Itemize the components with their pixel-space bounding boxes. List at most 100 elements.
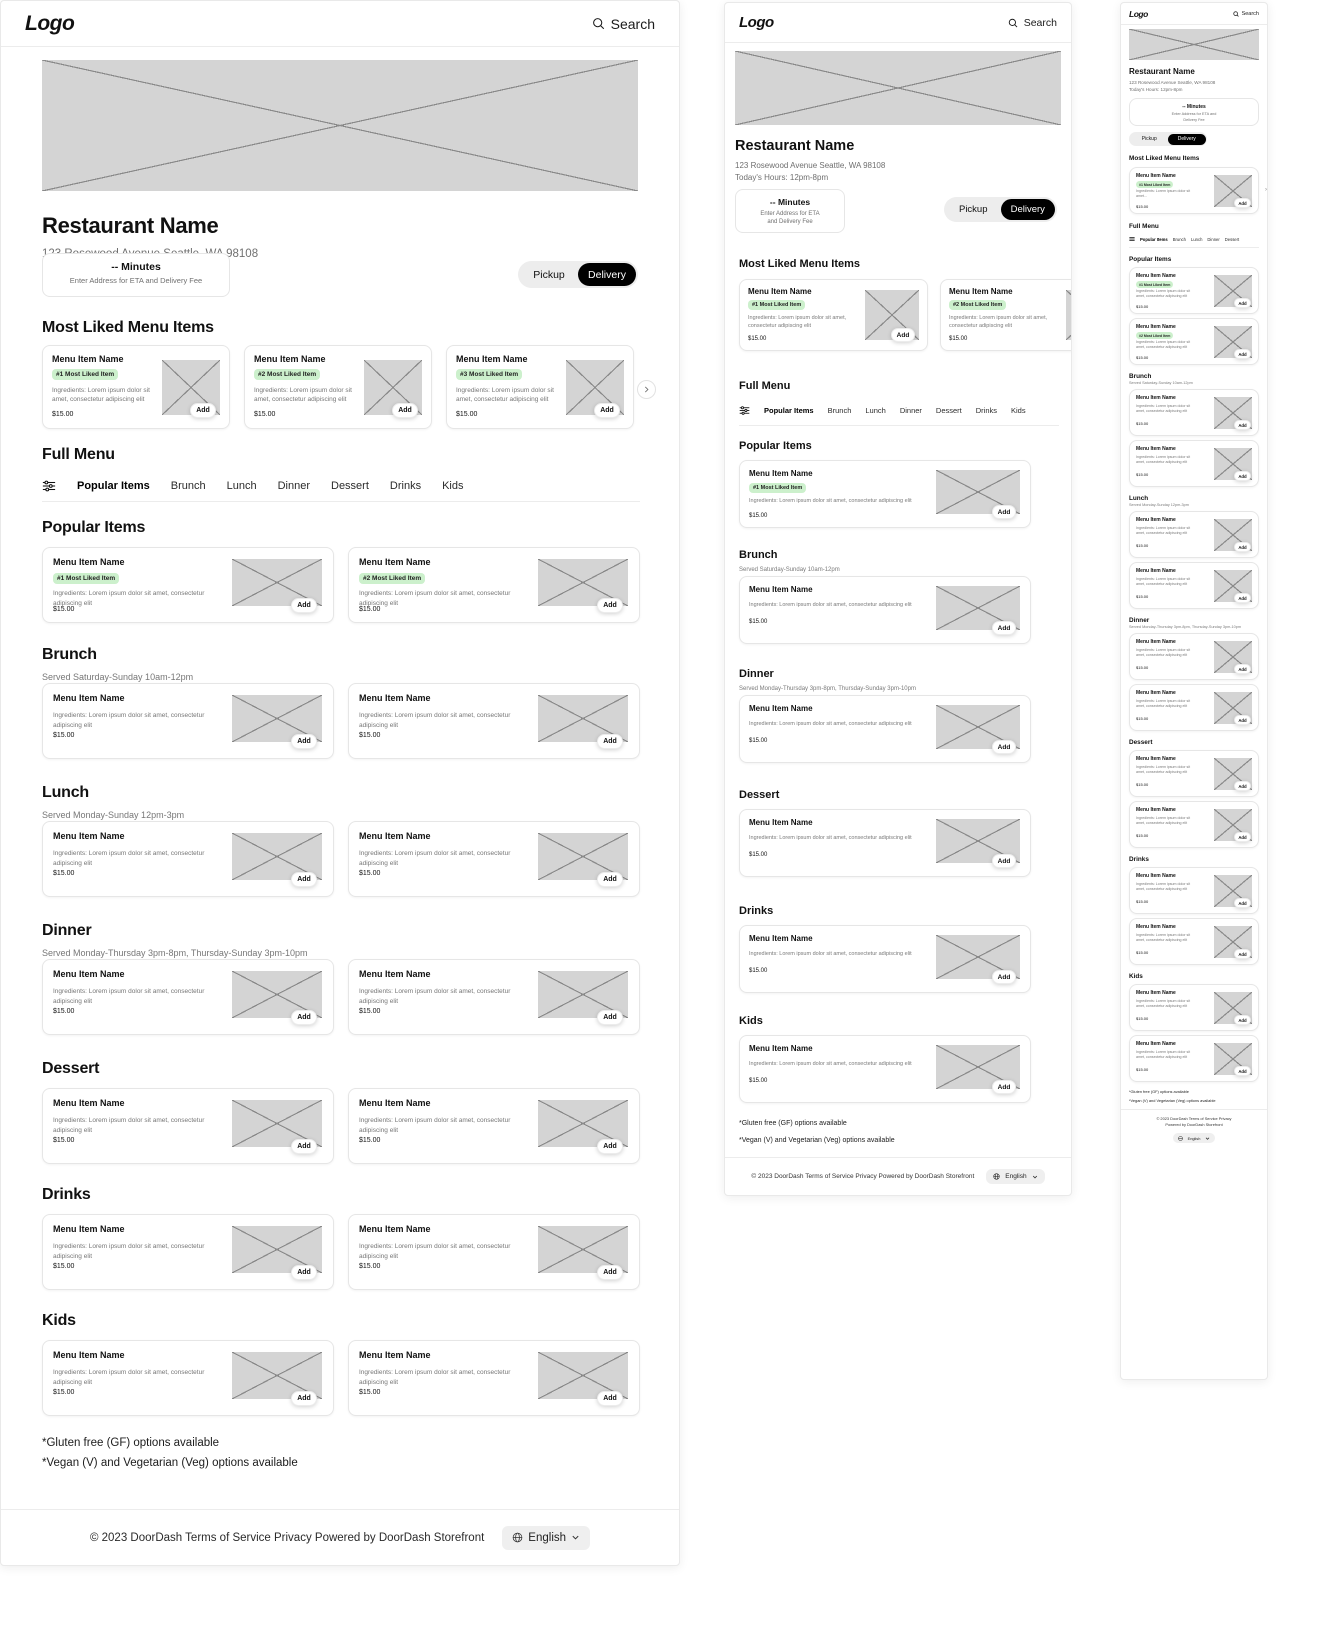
menu-item-card[interactable]: Menu Item Name Ingredients: Lorem ipsum … <box>739 809 1031 877</box>
menu-item-card[interactable]: Menu Item Name #2 Most Liked Item Ingred… <box>348 547 640 623</box>
menu-item-card[interactable]: Menu Item Name Ingredients: Lorem ipsum … <box>1129 511 1259 558</box>
fulfillment-toggle[interactable]: Pickup Delivery <box>1129 132 1207 146</box>
tab-brunch[interactable]: Brunch <box>828 406 852 415</box>
add-button[interactable]: Add <box>1234 298 1251 308</box>
menu-item-card[interactable]: Menu Item Name Ingredients: Lorem ipsum … <box>1129 1035 1259 1082</box>
most-liked-card[interactable]: Menu Item Name #3 Most Liked Item Ingred… <box>446 345 634 429</box>
add-button[interactable]: Add <box>1234 715 1251 725</box>
most-liked-card[interactable]: Menu Item Name #2 Most Liked Item Ingred… <box>940 279 1071 351</box>
add-button[interactable]: Add <box>992 505 1016 519</box>
add-button[interactable]: Add <box>992 854 1016 868</box>
filter-sliders-icon[interactable] <box>42 479 56 493</box>
eta-address-box[interactable]: -- Minutes Enter Address for ETA and Del… <box>1129 98 1259 126</box>
tab-drinks[interactable]: Drinks <box>976 406 997 415</box>
most-liked-card[interactable]: Menu Item Name #1 Most Liked Item Ingred… <box>1129 167 1259 214</box>
tab-brunch[interactable]: Brunch <box>1173 237 1186 242</box>
add-button[interactable]: Add <box>291 1010 317 1025</box>
add-button[interactable]: Add <box>597 1391 623 1406</box>
add-button[interactable]: Add <box>597 1139 623 1154</box>
menu-item-card[interactable]: Menu Item Name Ingredients: Lorem ipsum … <box>1129 918 1259 965</box>
add-button[interactable]: Add <box>1234 832 1251 842</box>
add-button[interactable]: Add <box>1234 542 1251 552</box>
most-liked-card[interactable]: Menu Item Name #2 Most Liked Item Ingred… <box>244 345 432 429</box>
add-button[interactable]: Add <box>891 328 915 342</box>
add-button[interactable]: Add <box>291 1139 317 1154</box>
menu-item-card[interactable]: Menu Item Name Ingredients: Lorem ipsum … <box>1129 633 1259 680</box>
tab-lunch[interactable]: Lunch <box>865 406 885 415</box>
delivery-tab[interactable]: Delivery <box>1000 199 1055 220</box>
add-button[interactable]: Add <box>1234 664 1251 674</box>
add-button[interactable]: Add <box>1234 781 1251 791</box>
tab-dinner[interactable]: Dinner <box>1207 237 1219 242</box>
menu-item-card[interactable]: Menu Item Name Ingredients: Lorem ipsum … <box>348 959 640 1035</box>
menu-item-card[interactable]: Menu Item Name Ingredients: Lorem ipsum … <box>348 821 640 897</box>
most-liked-card[interactable]: Menu Item Name #1 Most Liked Item Ingred… <box>739 279 928 351</box>
pickup-tab[interactable]: Pickup <box>1131 134 1169 145</box>
menu-item-card[interactable]: Menu Item Name Ingredients: Lorem ipsum … <box>1129 801 1259 848</box>
add-button[interactable]: Add <box>992 970 1016 984</box>
pickup-tab[interactable]: Pickup <box>946 199 1001 220</box>
menu-item-card[interactable]: Menu Item Name #1 Most Liked Item Ingred… <box>739 460 1031 528</box>
eta-address-box[interactable]: -- Minutes Enter Address for ETA and Del… <box>735 189 845 233</box>
language-selector[interactable]: English <box>1172 1133 1216 1144</box>
search-button[interactable]: Search <box>1008 17 1057 29</box>
menu-item-card[interactable]: Menu Item Name Ingredients: Lorem ipsum … <box>42 1214 334 1290</box>
filter-sliders-icon[interactable] <box>1129 236 1135 242</box>
menu-item-card[interactable]: Menu Item Name Ingredients: Lorem ipsum … <box>42 821 334 897</box>
add-button[interactable]: Add <box>392 403 418 418</box>
add-button[interactable]: Add <box>190 403 216 418</box>
add-button[interactable]: Add <box>1234 1015 1251 1025</box>
menu-item-card[interactable]: Menu Item Name #1 Most Liked Item Ingred… <box>1129 267 1259 314</box>
menu-item-card[interactable]: Menu Item Name Ingredients: Lorem ipsum … <box>42 959 334 1035</box>
menu-item-card[interactable]: Menu Item Name Ingredients: Lorem ipsum … <box>739 695 1031 763</box>
pickup-tab[interactable]: Pickup <box>520 263 578 286</box>
logo[interactable]: Logo <box>1129 9 1148 19</box>
menu-item-card[interactable]: Menu Item Name Ingredients: Lorem ipsum … <box>1129 440 1259 487</box>
search-button[interactable]: Search <box>1232 11 1259 17</box>
menu-item-card[interactable]: Menu Item Name Ingredients: Lorem ipsum … <box>348 1214 640 1290</box>
eta-address-box[interactable]: -- Minutes Enter Address for ETA and Del… <box>42 253 230 297</box>
menu-item-card[interactable]: Menu Item Name #2 Most Liked Item Ingred… <box>1129 318 1259 365</box>
menu-item-card[interactable]: Menu Item Name Ingredients: Lorem ipsum … <box>42 683 334 759</box>
add-button[interactable]: Add <box>291 598 317 613</box>
add-button[interactable]: Add <box>1234 593 1251 603</box>
language-selector[interactable]: English <box>502 1525 591 1550</box>
menu-item-card[interactable]: Menu Item Name Ingredients: Lorem ipsum … <box>1129 562 1259 609</box>
tab-drinks[interactable]: Drinks <box>390 480 421 492</box>
tab-brunch[interactable]: Brunch <box>171 480 206 492</box>
menu-item-card[interactable]: Menu Item Name Ingredients: Lorem ipsum … <box>1129 867 1259 914</box>
filter-sliders-icon[interactable] <box>739 405 750 416</box>
menu-item-card[interactable]: Menu Item Name Ingredients: Lorem ipsum … <box>348 1088 640 1164</box>
add-button[interactable]: Add <box>291 1391 317 1406</box>
menu-item-card[interactable]: Menu Item Name Ingredients: Lorem ipsum … <box>739 1035 1031 1103</box>
add-button[interactable]: Add <box>597 1010 623 1025</box>
add-button[interactable]: Add <box>1234 349 1251 359</box>
tab-kids[interactable]: Kids <box>442 480 463 492</box>
menu-item-card[interactable]: Menu Item Name Ingredients: Lorem ipsum … <box>739 576 1031 644</box>
add-button[interactable]: Add <box>291 1265 317 1280</box>
add-button[interactable]: Add <box>1234 420 1251 430</box>
menu-item-card[interactable]: Menu Item Name Ingredients: Lorem ipsum … <box>348 1340 640 1416</box>
add-button[interactable]: Add <box>291 734 317 749</box>
tab-dessert[interactable]: Dessert <box>936 406 962 415</box>
tab-popular-items[interactable]: Popular Items <box>77 480 150 492</box>
add-button[interactable]: Add <box>992 621 1016 635</box>
add-button[interactable]: Add <box>1234 898 1251 908</box>
add-button[interactable]: Add <box>992 1080 1016 1094</box>
tab-lunch[interactable]: Lunch <box>1191 237 1202 242</box>
add-button[interactable]: Add <box>1234 471 1251 481</box>
tab-popular-items[interactable]: Popular Items <box>764 406 814 415</box>
search-button[interactable]: Search <box>592 16 655 32</box>
tab-dinner[interactable]: Dinner <box>900 406 922 415</box>
logo[interactable]: Logo <box>25 12 75 36</box>
add-button[interactable]: Add <box>597 598 623 613</box>
carousel-next-icon[interactable] <box>637 380 656 399</box>
menu-item-card[interactable]: Menu Item Name Ingredients: Lorem ipsum … <box>42 1088 334 1164</box>
add-button[interactable]: Add <box>597 1265 623 1280</box>
tab-dessert[interactable]: Dessert <box>1225 237 1239 242</box>
add-button[interactable]: Add <box>597 734 623 749</box>
add-button[interactable]: Add <box>597 872 623 887</box>
add-button[interactable]: Add <box>992 740 1016 754</box>
menu-item-card[interactable]: Menu Item Name Ingredients: Lorem ipsum … <box>1129 684 1259 731</box>
tab-lunch[interactable]: Lunch <box>227 480 257 492</box>
